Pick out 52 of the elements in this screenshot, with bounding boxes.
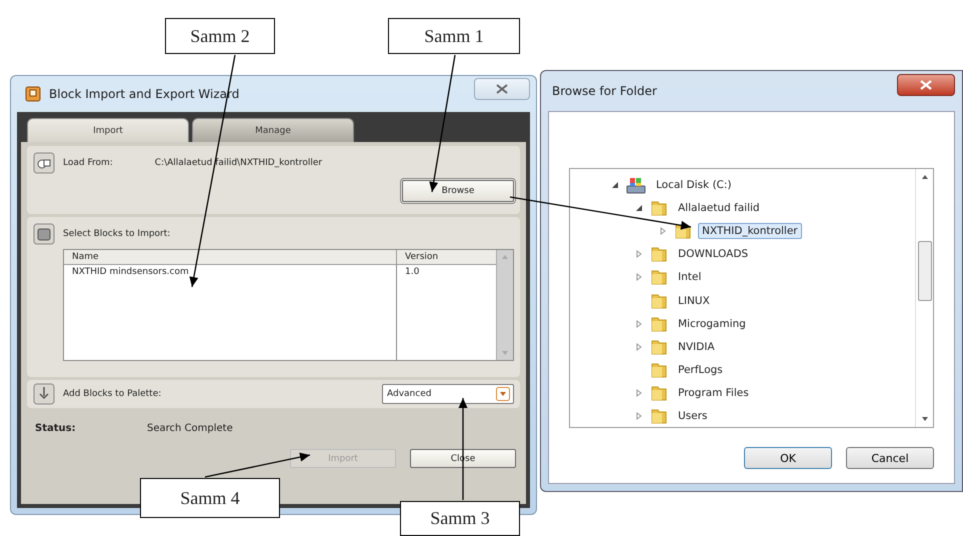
- scroll-down-icon[interactable]: [920, 415, 930, 423]
- tree-item[interactable]: LINUX: [674, 292, 714, 309]
- collapsed-arrow-icon[interactable]: [635, 273, 643, 282]
- block-icon: [33, 223, 55, 245]
- close-button[interactable]: [897, 74, 955, 96]
- scroll-thumb[interactable]: [918, 241, 932, 301]
- status-text: Search Complete: [147, 423, 233, 434]
- column-header[interactable]: Name: [64, 250, 397, 264]
- download-icon: [33, 383, 55, 405]
- collapsed-arrow-icon[interactable]: [635, 412, 643, 420]
- table-cell-text: 1.0: [404, 266, 420, 279]
- tree-item[interactable]: Users: [674, 408, 712, 424]
- path-text: C:\Allalaetud failid\NXTHID_kontroller: [154, 158, 322, 168]
- close-button[interactable]: [474, 78, 530, 100]
- tree-item[interactable]: Local Disk (C:): [652, 176, 736, 193]
- close-icon: [496, 84, 508, 94]
- close-icon: [920, 80, 932, 90]
- load-from-label: Load From:: [63, 158, 113, 168]
- callout-label: Samm 4: [140, 478, 280, 518]
- dialog-button[interactable]: OK: [744, 447, 832, 469]
- tab[interactable]: Import: [27, 118, 189, 142]
- status-label: Status:: [35, 423, 77, 434]
- select-blocks-label: Select Blocks to Import:: [63, 229, 170, 239]
- collapsed-arrow-icon[interactable]: [635, 250, 643, 258]
- collapsed-arrow-icon[interactable]: [635, 389, 643, 398]
- callout-label: Samm 2: [165, 18, 275, 54]
- collapsed-arrow-icon[interactable]: [659, 226, 667, 235]
- collapsed-arrow-icon[interactable]: [635, 342, 643, 351]
- tree-item[interactable]: Program Files: [674, 385, 753, 402]
- collapsed-arrow-icon[interactable]: [635, 320, 643, 328]
- table-cell-text: NXTHID mindsensors.com: [71, 266, 190, 279]
- palette-label: Add Blocks to Palette:: [63, 389, 162, 399]
- tree-item[interactable]: Intel: [674, 269, 706, 286]
- browse-button[interactable]: Browse: [402, 180, 514, 202]
- app-icon: [25, 86, 41, 102]
- drive-icon: [626, 176, 646, 194]
- expanded-arrow-icon[interactable]: [635, 204, 643, 212]
- tree-item[interactable]: NVIDIA: [674, 338, 718, 355]
- callout-label: Samm 1: [388, 18, 520, 54]
- tree-item[interactable]: Allalaetud failid: [674, 200, 764, 216]
- tree-item[interactable]: Microgaming: [674, 316, 750, 332]
- palette-dropdown[interactable]: Advanced: [382, 384, 514, 404]
- tree-item[interactable]: DOWNLOADS: [674, 246, 752, 262]
- scroll-up-icon[interactable]: [920, 173, 930, 181]
- callout-label: Samm 3: [400, 501, 520, 536]
- tab[interactable]: Manage: [192, 118, 354, 142]
- expanded-arrow-icon[interactable]: [611, 180, 619, 189]
- tree-item[interactable]: PerfLogs: [674, 362, 727, 378]
- window-title: Browse for Folder: [552, 84, 657, 98]
- column-header[interactable]: Version: [397, 250, 496, 264]
- dialog-button[interactable]: Cancel: [846, 447, 934, 469]
- tree-item[interactable]: NXTHID_kontroller: [698, 222, 802, 239]
